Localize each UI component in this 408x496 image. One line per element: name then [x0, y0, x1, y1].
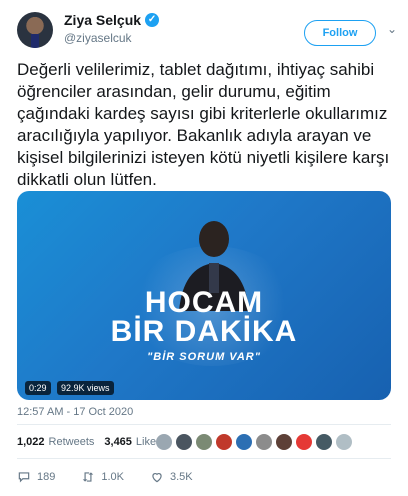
retweet-button[interactable]: 1.0K [81, 470, 124, 484]
retweet-count: 1.0K [101, 471, 124, 483]
like-button[interactable]: 3.5K [150, 470, 193, 484]
video-views: 92.9K views [57, 381, 114, 395]
liker-avatar[interactable] [156, 434, 172, 450]
liker-avatar[interactable] [236, 434, 252, 450]
retweet-icon [83, 472, 94, 482]
liker-avatar[interactable] [316, 434, 332, 450]
video-title-line2: BİR DAKİKA [110, 315, 298, 348]
heart-icon [152, 473, 162, 483]
liker-avatar[interactable] [296, 434, 312, 450]
author-avatar[interactable] [17, 12, 53, 48]
like-count: 3.5K [170, 471, 193, 483]
reply-icon [18, 472, 30, 483]
tweet-header: Ziya Selçuk ✓ @ziyaselcuk Follow ⌄ [0, 0, 408, 60]
engagement-stats: 1,022 Retweets 3,465 Likes [17, 432, 168, 452]
author-handle[interactable]: @ziyaselcuk [64, 31, 132, 45]
reply-count: 189 [37, 471, 56, 483]
tweet-timestamp[interactable]: 12:57 AM - 17 Oct 2020 [17, 406, 133, 418]
liker-avatar[interactable] [176, 434, 192, 450]
follow-button[interactable]: Follow [304, 20, 376, 46]
video-duration: 0:29 [25, 381, 51, 395]
liker-avatar[interactable] [216, 434, 232, 450]
video-player[interactable]: HOCAM BİR DAKİKA "BİR SORUM VAR" 0:29 92… [17, 191, 391, 400]
verified-icon: ✓ [145, 13, 160, 27]
likes-count[interactable]: 3,465 [104, 436, 132, 448]
liker-avatar[interactable] [196, 434, 212, 450]
reply-button[interactable]: 189 [17, 470, 55, 484]
liker-avatar[interactable] [256, 434, 272, 450]
tweet-text: Değerli velilerimiz, tablet dağıtımı, ih… [17, 60, 390, 189]
chevron-down-icon[interactable]: ⌄ [387, 22, 397, 36]
divider [17, 424, 391, 425]
author-name[interactable]: Ziya Selçuk [64, 12, 141, 28]
liker-avatars [156, 434, 352, 450]
retweets-label[interactable]: Retweets [49, 436, 95, 448]
video-subtitle: "BİR SORUM VAR" [147, 351, 261, 363]
retweets-count[interactable]: 1,022 [17, 436, 45, 448]
divider [17, 458, 391, 459]
liker-avatar[interactable] [336, 434, 352, 450]
author-name-row[interactable]: Ziya Selçuk ✓ [64, 12, 160, 28]
liker-avatar[interactable] [276, 434, 292, 450]
tweet-actions: 189 1.0K 3.5K [17, 470, 219, 484]
